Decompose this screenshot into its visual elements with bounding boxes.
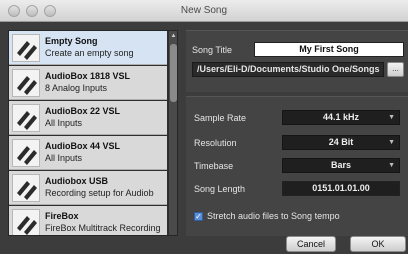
template-thumbnail-icon <box>12 34 40 62</box>
template-subtitle: FireBox Multitrack Recording <box>45 223 161 233</box>
song-location-panel: Song Title My First Song /Users/Eli-D/Do… <box>186 30 408 92</box>
title-bar: New Song <box>0 0 408 22</box>
template-list-scrollbar[interactable]: ▲ <box>169 31 177 235</box>
stretch-audio-label: Stretch audio files to Song tempo <box>207 211 340 221</box>
song-settings-panel: Sample Rate 44.1 kHz ▼ Resolution 24 Bit… <box>186 96 408 236</box>
song-title-input[interactable]: My First Song <box>254 42 404 57</box>
template-title: AudioBox 44 VSL <box>45 141 121 151</box>
template-title: Empty Song <box>45 36 98 46</box>
chevron-down-icon: ▼ <box>388 162 395 169</box>
resolution-select[interactable]: 24 Bit ▼ <box>282 135 400 150</box>
template-subtitle: Create an empty song <box>45 48 134 58</box>
template-title: AudioBox 1818 VSL <box>45 71 131 81</box>
template-subtitle: All Inputs <box>45 153 83 163</box>
song-location-path[interactable]: /Users/Eli-D/Documents/Studio One/Songs <box>192 62 384 77</box>
song-length-input[interactable]: 0151.01.01.00 <box>282 181 400 196</box>
stretch-audio-checkbox[interactable]: ✓ <box>194 212 203 221</box>
template-thumbnail-icon <box>12 174 40 202</box>
chevron-down-icon: ▼ <box>388 139 395 146</box>
template-item-audiobox-1818-vsl[interactable]: AudioBox 1818 VSL 8 Analog Inputs <box>9 66 167 100</box>
resolution-label: Resolution <box>194 138 237 148</box>
template-item-empty-song[interactable]: Empty Song Create an empty song <box>9 31 167 65</box>
template-item-firebox[interactable]: FireBox FireBox Multitrack Recording <box>9 206 167 235</box>
template-list: Empty Song Create an empty song AudioBox… <box>8 30 178 236</box>
scrollbar-thumb[interactable] <box>170 44 177 102</box>
window-title: New Song <box>180 5 228 16</box>
scroll-up-icon[interactable]: ▲ <box>169 32 177 41</box>
template-item-audiobox-22-vsl[interactable]: AudioBox 22 VSL All Inputs <box>9 101 167 135</box>
template-item-audiobox-usb[interactable]: Audiobox USB Recording setup for Audiob <box>9 171 167 205</box>
template-thumbnail-icon <box>12 209 40 235</box>
resolution-value: 24 Bit <box>328 137 354 147</box>
timebase-select[interactable]: Bars ▼ <box>282 158 400 173</box>
template-title: AudioBox 22 VSL <box>45 106 121 116</box>
sample-rate-label: Sample Rate <box>194 113 247 123</box>
song-length-label: Song Length <box>194 184 246 194</box>
template-subtitle: All Inputs <box>45 118 83 128</box>
template-title: FireBox <box>45 211 79 221</box>
timebase-label: Timebase <box>194 161 234 171</box>
browse-button[interactable]: ... <box>387 62 404 77</box>
template-thumbnail-icon <box>12 139 40 167</box>
song-title-label: Song Title <box>192 45 233 55</box>
dialog-content: Empty Song Create an empty song AudioBox… <box>0 22 408 254</box>
ok-button[interactable]: OK <box>350 236 406 252</box>
sample-rate-value: 44.1 kHz <box>322 112 360 122</box>
template-title: Audiobox USB <box>45 176 108 186</box>
template-thumbnail-icon <box>12 69 40 97</box>
template-thumbnail-icon <box>12 104 40 132</box>
template-subtitle: 8 Analog Inputs <box>45 83 108 93</box>
cancel-button[interactable]: Cancel <box>286 236 336 252</box>
chevron-down-icon: ▼ <box>388 114 395 121</box>
timebase-value: Bars <box>330 160 351 170</box>
sample-rate-select[interactable]: 44.1 kHz ▼ <box>282 110 400 125</box>
template-item-audiobox-44-vsl[interactable]: AudioBox 44 VSL All Inputs <box>9 136 167 170</box>
template-subtitle: Recording setup for Audiob <box>45 188 154 198</box>
